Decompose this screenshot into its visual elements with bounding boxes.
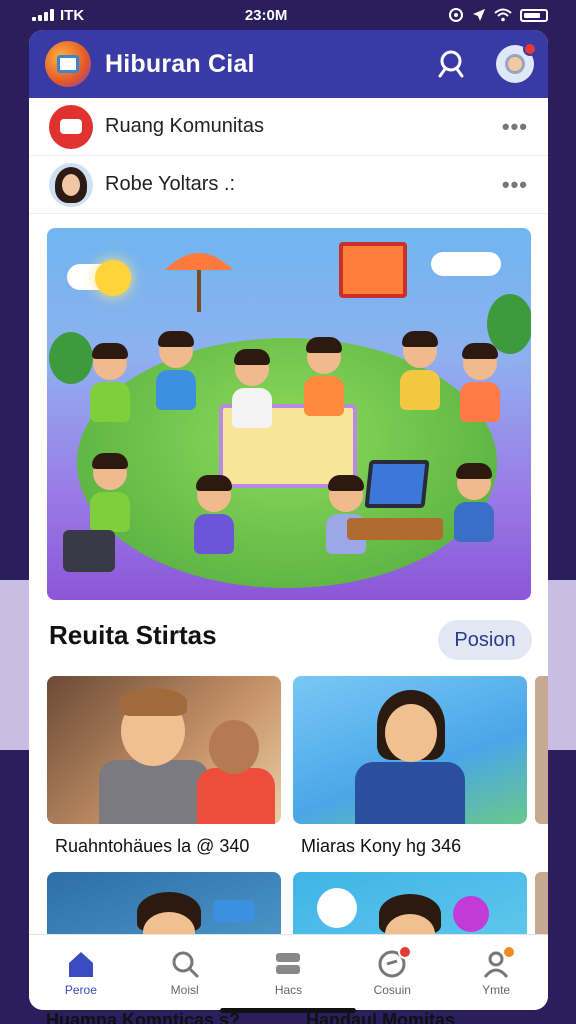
more-options-icon[interactable]: ••• <box>502 114 528 140</box>
app-window: Hiburan Cial Ruang Komunitas ••• Robe Yo… <box>29 30 548 1010</box>
section-action-button[interactable]: Posion <box>438 620 532 660</box>
video-card[interactable] <box>293 676 527 824</box>
signal-icon <box>32 9 54 21</box>
camera-device-shape <box>63 530 115 572</box>
location-icon <box>448 8 463 22</box>
section-title: Reuita Stirtas <box>49 620 217 650</box>
profile-avatar[interactable] <box>496 42 537 83</box>
more-options-icon[interactable]: ••• <box>502 172 528 198</box>
bottom-nav: Peroe Moisl Hacs Cosuin Ymte <box>29 934 548 1010</box>
app-logo[interactable] <box>45 41 91 87</box>
umbrella-shape <box>165 253 233 312</box>
cloud-shape <box>431 252 501 276</box>
nav-profile-badge <box>502 944 517 959</box>
nav-home-label: Peroe <box>64 982 97 997</box>
community-row[interactable]: Ruang Komunitas ••• <box>29 98 548 156</box>
person-figure <box>90 343 130 422</box>
person-figure <box>460 343 500 422</box>
navigation-icon <box>472 9 485 21</box>
chat-bubble-icon <box>213 900 255 922</box>
nav-home[interactable]: Peroe <box>41 949 121 997</box>
person-figure <box>304 337 344 416</box>
sun-shape <box>95 260 131 296</box>
person-figure <box>156 331 196 410</box>
status-bar: ITK 23:0M <box>0 0 576 30</box>
person-figure <box>90 453 130 532</box>
nav-profile-label: Ymte <box>482 982 511 997</box>
community-label: Ruang Komunitas <box>105 115 264 137</box>
user-avatar <box>49 162 93 207</box>
status-right <box>448 7 548 23</box>
app-header: Hiburan Cial <box>29 30 548 98</box>
nav-search[interactable]: Moisl <box>145 949 225 997</box>
person-figure <box>194 475 234 554</box>
laptop-shape <box>364 460 430 508</box>
video-card-caption: Miaras Kony hg 346 <box>301 836 462 856</box>
notification-badge <box>523 42 537 56</box>
desk-shape <box>347 518 443 540</box>
video-card[interactable] <box>47 676 281 824</box>
home-indicator[interactable] <box>220 1008 356 1013</box>
person-figure <box>400 331 440 410</box>
person-figure <box>326 475 366 554</box>
search-icon <box>169 949 201 979</box>
nav-notifications[interactable]: Cosuin <box>352 944 432 997</box>
tree-shape <box>49 332 93 384</box>
user-row[interactable]: Robe Yoltars .: ••• <box>29 156 548 214</box>
video-card-peek[interactable] <box>535 676 548 824</box>
logo-mark-icon <box>57 55 79 73</box>
nav-messages[interactable]: Hacs <box>248 949 328 997</box>
chat-stack-icon <box>272 949 304 979</box>
message-icon <box>453 896 489 932</box>
screen-art-shape <box>339 242 407 298</box>
person-figure <box>454 463 494 542</box>
clock: 23:0M <box>244 6 288 24</box>
nav-search-label: Moisl <box>170 982 199 997</box>
carrier-label: ITK <box>60 6 85 24</box>
search-button[interactable] <box>434 47 468 81</box>
chat-bubble-icon <box>60 119 82 134</box>
person-figure <box>232 349 272 428</box>
chat-bubble-icon <box>317 888 357 928</box>
battery-icon <box>519 8 548 22</box>
search-icon <box>438 50 464 78</box>
below-caption-left: Huamna Komnticas s? <box>46 1010 241 1024</box>
app-title: Hiburan Cial <box>105 49 255 78</box>
avatar-face-icon <box>505 54 525 74</box>
community-icon <box>49 104 93 149</box>
home-icon <box>65 949 97 979</box>
video-card-caption: Ruahntohäues la @ 340 <box>55 836 250 856</box>
nav-notification-badge <box>398 944 413 959</box>
hero-illustration[interactable] <box>47 228 531 600</box>
status-left: ITK <box>32 7 84 24</box>
wifi-icon <box>494 8 512 22</box>
nav-notifications-label: Cosuin <box>373 982 411 997</box>
nav-messages-label: Hacs <box>274 982 303 997</box>
user-name: Robe Yoltars .: <box>105 173 236 195</box>
nav-profile[interactable]: Ymte <box>456 944 536 997</box>
